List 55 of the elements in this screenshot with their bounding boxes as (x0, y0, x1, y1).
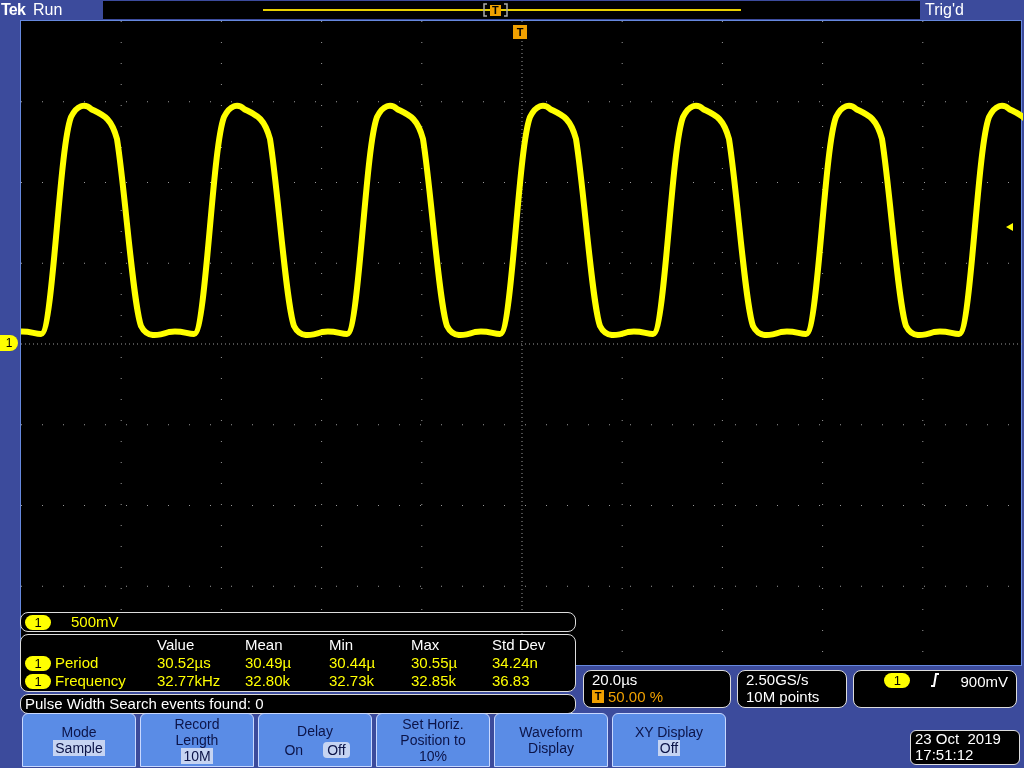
column-header: Value (157, 636, 196, 654)
menu-button[interactable]: Mode Sample (22, 713, 136, 767)
view-bracket-icon (502, 3, 508, 17)
toggle-option[interactable]: Off (323, 741, 350, 758)
sample-rate: 2.50GS/s (746, 671, 810, 688)
date: 23 Oct 2019 (915, 731, 1002, 747)
menu-button[interactable]: Waveform Display (494, 713, 608, 767)
trigger-position-marker: T (513, 25, 527, 39)
column-header: Std Dev (492, 636, 547, 654)
column-header: Min (329, 636, 355, 654)
column-header: Max (411, 636, 441, 654)
trigger-marker: T (490, 4, 501, 16)
record-length: 10M points (746, 688, 821, 705)
brand-logo: Tek (1, 2, 25, 18)
menu-value: Off (657, 740, 681, 756)
table-cell-text: 32.80k (245, 672, 292, 690)
menu-label: Mode (61, 724, 97, 740)
table-cell-text: 30.49µ (245, 654, 293, 672)
trigger-position-marker: T (592, 690, 604, 703)
run-status: Run (33, 2, 64, 18)
table-cell-text: 30.44µ (329, 654, 377, 672)
channel-badge: 1 (25, 673, 51, 689)
channel-scale: 500mV (71, 611, 119, 632)
rising-edge-icon (930, 673, 941, 687)
time: 17:51:12 (915, 747, 975, 763)
column-header: Mean (245, 636, 284, 654)
channel-badge: 1 (25, 655, 51, 671)
measurement-name: Frequency (55, 672, 126, 690)
table-cell-text: 32.85k (411, 672, 458, 690)
channel-marker: 1 (0, 335, 18, 351)
channel-badge: 1 (884, 673, 911, 688)
menu-button[interactable]: Record Length 10M (140, 713, 254, 767)
trigger-position: 50.00 % (608, 688, 664, 705)
table-cell-text: 32.73k (329, 672, 376, 690)
menu-label: XY Display (634, 724, 704, 740)
trigger-level: 900mV (960, 673, 1008, 690)
measurement-name: Period (55, 654, 99, 672)
menu-button[interactable]: XY Display Off (612, 713, 726, 767)
channel-badge: 1 (25, 614, 51, 630)
trigger-status: Trig'd (924, 2, 965, 18)
table-cell-text: 32.77kHz (157, 672, 222, 690)
table-cell-text: 30.55µ (411, 654, 459, 672)
search-message: Pulse Width Search events found: 0 (25, 693, 264, 714)
timebase-scale: 20.0µs (592, 671, 639, 688)
menu-label: Delay (297, 722, 333, 739)
trigger-level-icon (1006, 223, 1013, 231)
menu-label: Record Length (173, 716, 221, 748)
table-cell-text: 36.83 (492, 672, 531, 690)
menu-value: Sample (53, 740, 105, 756)
menu-value: 10M (181, 748, 213, 764)
menu-button[interactable]: Set Horiz. Position to 10% (376, 713, 490, 767)
table-cell-text: 30.52µs (157, 654, 212, 672)
view-bracket-icon (483, 3, 488, 17)
table-cell-text: 34.24n (492, 654, 539, 672)
toggle-option[interactable]: On (280, 741, 308, 758)
